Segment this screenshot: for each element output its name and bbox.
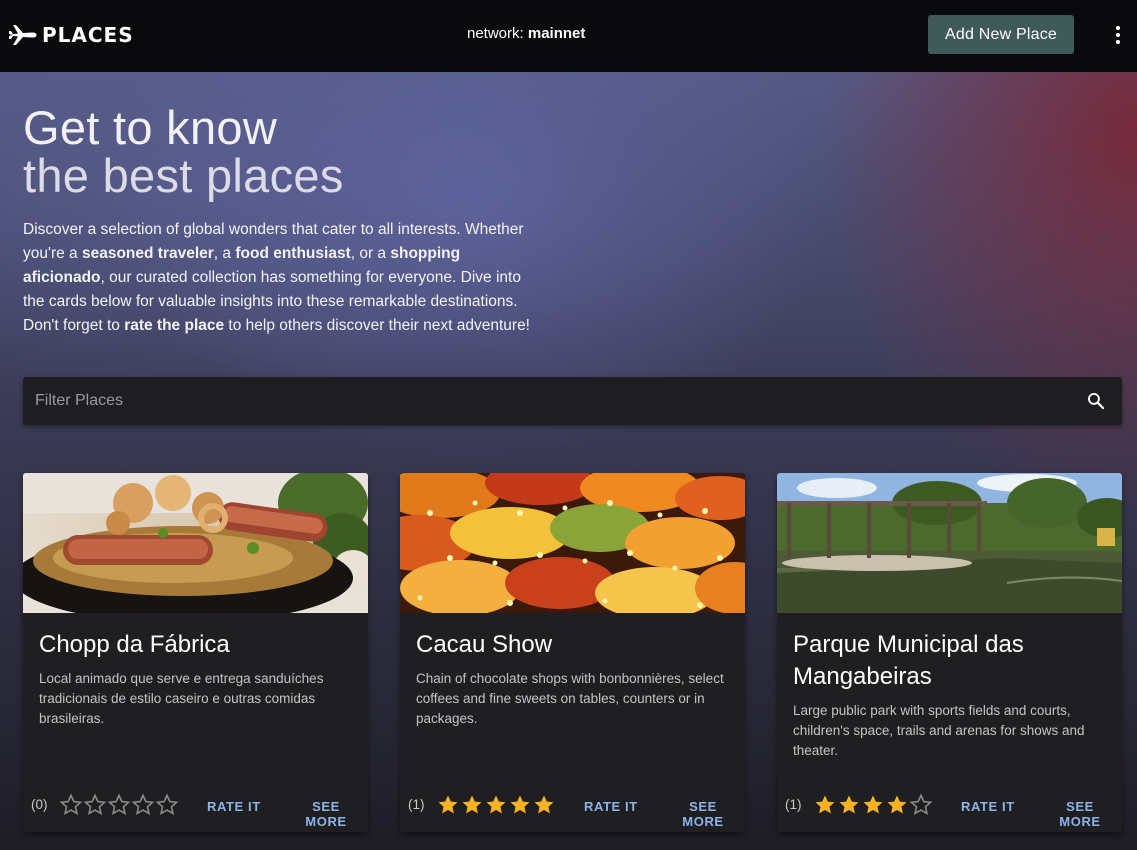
page-title: Get to know the best places xyxy=(23,104,344,200)
star-filled-icon[interactable] xyxy=(861,793,885,817)
see-more-button[interactable]: SEE MORE xyxy=(661,795,745,832)
star-empty-icon[interactable] xyxy=(909,793,933,817)
network-value: mainnet xyxy=(527,25,586,42)
intro-highlight: seasoned traveler xyxy=(81,245,214,262)
intro-text: Discover a selection of global wonders t… xyxy=(23,218,533,338)
search-icon[interactable] xyxy=(1086,391,1106,411)
card-title: Parque Municipal das Mangabeiras xyxy=(793,631,1024,690)
star-empty-icon[interactable] xyxy=(155,793,179,817)
star-empty-icon[interactable] xyxy=(83,793,107,817)
page: PLACES network: mainnet Add New Place Ge… xyxy=(0,0,1137,850)
card-description: Large public park with sports fields and… xyxy=(793,703,1085,758)
star-filled-icon[interactable] xyxy=(460,793,484,817)
card-title: Chopp da Fábrica xyxy=(39,631,230,658)
place-card: Parque Municipal das Mangabeiras Large p… xyxy=(777,473,1122,832)
star-filled-icon[interactable] xyxy=(813,793,837,817)
star-filled-icon[interactable] xyxy=(885,793,909,817)
intro-text-part: to help others discover their next adven… xyxy=(224,317,530,334)
star-rating[interactable] xyxy=(59,793,179,817)
star-empty-icon[interactable] xyxy=(107,793,131,817)
star-filled-icon[interactable] xyxy=(436,793,460,817)
logo[interactable]: PLACES xyxy=(8,22,134,48)
add-new-place-button[interactable]: Add New Place xyxy=(928,15,1074,54)
see-more-button[interactable]: SEE MORE xyxy=(1038,795,1122,832)
intro-text-part: , a xyxy=(213,245,236,262)
rate-it-button[interactable]: RATE IT xyxy=(578,795,644,818)
place-card: Cacau Show Chain of chocolate shops with… xyxy=(400,473,745,832)
star-filled-icon[interactable] xyxy=(508,793,532,817)
rate-it-button[interactable]: RATE IT xyxy=(201,795,267,818)
filter-places-input[interactable] xyxy=(23,377,1063,425)
logo-text: PLACES xyxy=(42,23,134,47)
place-photo-food xyxy=(23,473,368,613)
place-photo-umbrellas xyxy=(400,473,745,613)
card-description: Local animado que serve e entrega sanduí… xyxy=(39,671,324,726)
rating-count: (1) xyxy=(408,797,425,812)
star-filled-icon[interactable] xyxy=(837,793,861,817)
card-title: Cacau Show xyxy=(416,631,553,658)
star-rating[interactable] xyxy=(436,793,556,817)
intro-text-part: , or a xyxy=(350,245,391,262)
network-indicator: network: mainnet xyxy=(467,25,585,42)
intro-highlight: food enthusiast xyxy=(235,245,351,262)
intro-highlight: rate the place xyxy=(124,317,225,334)
airplane-icon xyxy=(9,25,37,45)
place-photo-park xyxy=(777,473,1122,613)
app-header: PLACES network: mainnet Add New Place xyxy=(0,0,1137,72)
star-rating[interactable] xyxy=(813,793,933,817)
see-more-button[interactable]: SEE MORE xyxy=(284,795,368,832)
rating-count: (0) xyxy=(31,797,48,812)
card-description: Chain of chocolate shops with bonbonnièr… xyxy=(416,671,724,726)
star-empty-icon[interactable] xyxy=(131,793,155,817)
network-label: network: xyxy=(467,25,524,42)
rate-it-button[interactable]: RATE IT xyxy=(955,795,1021,818)
more-options-icon[interactable] xyxy=(1108,24,1128,46)
filter-search-bar xyxy=(23,377,1122,425)
rating-count: (1) xyxy=(785,797,802,812)
star-filled-icon[interactable] xyxy=(532,793,556,817)
star-empty-icon[interactable] xyxy=(59,793,83,817)
star-filled-icon[interactable] xyxy=(484,793,508,817)
place-card: Chopp da Fábrica Local animado que serve… xyxy=(23,473,368,832)
title-line-1: Get to know xyxy=(23,101,278,154)
title-line-2: the best places xyxy=(23,149,344,202)
